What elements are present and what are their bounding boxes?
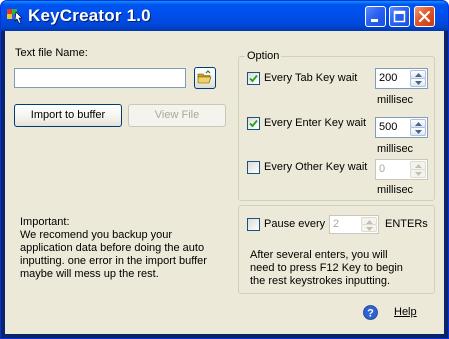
tab-key-label: Every Tab Key wait <box>264 72 358 84</box>
tab-wait-unit: millisec <box>377 94 414 106</box>
enter-key-checkbox[interactable] <box>247 117 260 130</box>
arrow-up-icon <box>415 73 422 77</box>
tab-wait-down[interactable] <box>410 78 426 87</box>
file-name-label: Text file Name: <box>15 47 88 59</box>
important-line: maybe will mess up the rest. <box>20 268 159 280</box>
tab-wait-spinner[interactable]: 200 <box>375 68 428 89</box>
pause-count-value: 2 <box>333 218 340 230</box>
folder-open-icon <box>197 70 212 84</box>
enter-wait-spinner[interactable]: 500 <box>375 117 428 138</box>
maximize-icon <box>393 10 406 23</box>
svg-text:?: ? <box>367 308 374 320</box>
pause-note-line: After several enters, you will <box>250 249 388 261</box>
pause-note: After several enters, you will need to p… <box>250 249 403 288</box>
other-wait-unit: millisec <box>377 184 414 196</box>
close-button[interactable] <box>414 6 435 27</box>
help-icon[interactable]: ? <box>363 305 378 320</box>
browse-button[interactable] <box>194 67 216 89</box>
arrow-down-icon <box>415 130 422 134</box>
pause-count-spinner[interactable]: 2 <box>329 215 379 234</box>
enter-wait-down[interactable] <box>410 127 426 136</box>
checkmark-icon <box>249 74 258 83</box>
pause-checkbox[interactable] <box>247 218 260 231</box>
enter-key-label: Every Enter Key wait <box>264 117 367 129</box>
arrow-down-icon <box>415 172 422 176</box>
enter-wait-arrows <box>410 119 426 136</box>
tab-wait-value: 200 <box>379 72 398 84</box>
other-key-label: Every Other Key wait <box>264 161 368 173</box>
other-wait-arrows <box>410 161 426 178</box>
view-file-button[interactable]: View File <box>128 104 226 127</box>
file-name-input[interactable] <box>14 68 186 88</box>
client-area: Text file Name: Import to buffer View Fi… <box>5 31 444 334</box>
app-window: KeyCreator 1.0 Text file Name: Import to… <box>0 0 449 339</box>
window-title: KeyCreator 1.0 <box>28 6 151 25</box>
important-line: application data before doing the auto <box>20 242 205 254</box>
important-note: Important: We recomend you backup your a… <box>20 216 207 281</box>
important-heading: Important: <box>20 216 70 228</box>
important-line: inputting. one error in the import buffe… <box>20 255 207 267</box>
checkmark-icon <box>249 119 258 128</box>
tab-wait-arrows <box>410 70 426 87</box>
pause-note-line: need to press F12 Key to begin <box>250 262 403 274</box>
title-bar[interactable]: KeyCreator 1.0 <box>1 1 448 31</box>
arrow-down-icon <box>415 81 422 85</box>
close-icon <box>418 10 431 23</box>
enter-wait-unit: millisec <box>377 143 414 155</box>
maximize-button[interactable] <box>389 6 410 27</box>
other-wait-down[interactable] <box>410 169 426 178</box>
other-key-checkbox[interactable] <box>247 161 260 174</box>
enter-wait-value: 500 <box>379 121 398 133</box>
other-wait-value: 0 <box>379 163 386 175</box>
pause-label: Pause every <box>264 218 326 230</box>
pause-note-line: the rest keystrokes inputting. <box>250 275 391 287</box>
pause-count-arrows <box>361 217 377 232</box>
import-to-buffer-button[interactable]: Import to buffer <box>14 104 122 127</box>
option-legend: Option <box>245 50 282 62</box>
pause-count-down[interactable] <box>361 224 377 232</box>
minimize-button[interactable] <box>365 6 386 27</box>
arrow-up-icon <box>415 164 422 168</box>
tab-key-checkbox[interactable] <box>247 72 260 85</box>
other-wait-spinner[interactable]: 0 <box>375 159 428 180</box>
important-line: We recomend you backup your <box>20 229 173 241</box>
minimize-icon <box>371 19 378 22</box>
pause-suffix: ENTERs <box>385 218 428 230</box>
help-link[interactable]: Help <box>394 306 417 318</box>
app-icon <box>7 9 23 24</box>
arrow-down-icon <box>366 227 373 231</box>
arrow-up-icon <box>415 122 422 126</box>
